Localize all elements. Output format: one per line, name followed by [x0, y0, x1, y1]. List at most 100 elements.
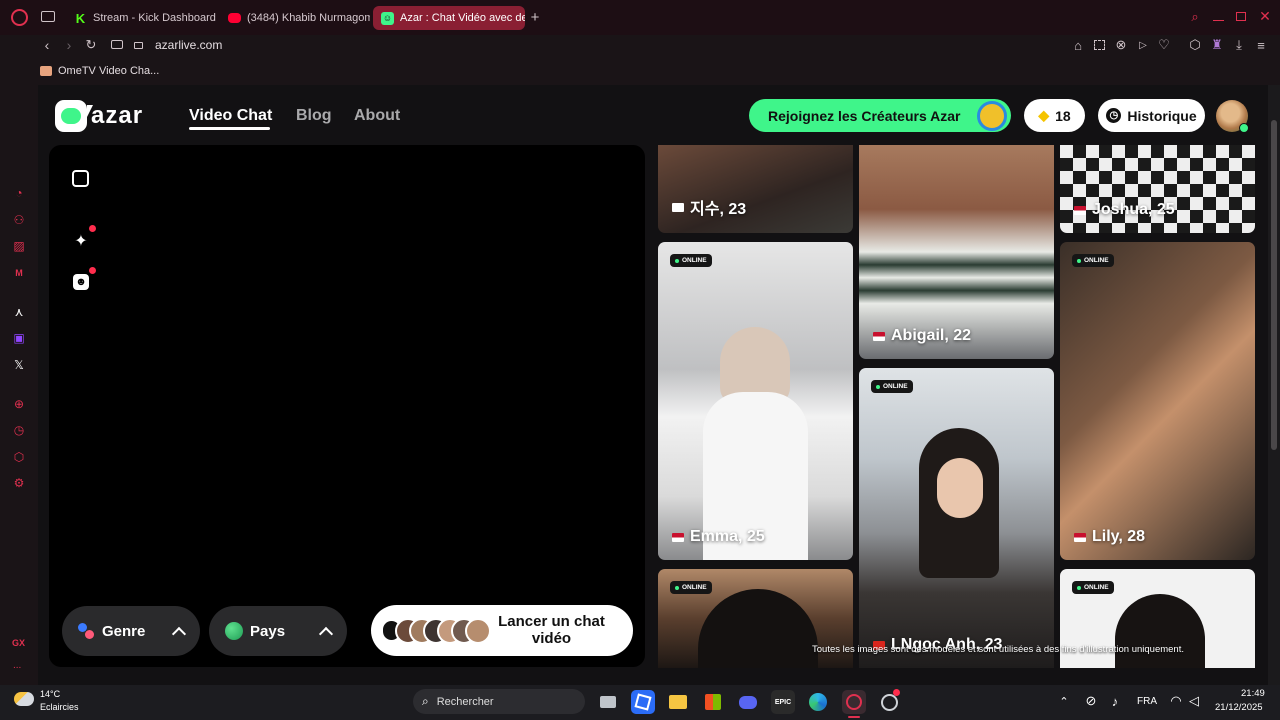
profile-extension-icon[interactable]: ♜	[1209, 37, 1225, 52]
profile-card[interactable]: ONLINE LNgọc Anh, 23	[859, 368, 1054, 668]
history-sidebar-icon[interactable]: ◷	[11, 422, 27, 438]
gems-button[interactable]: ◆ 18	[1024, 99, 1085, 132]
tab-kick[interactable]: K Stream - Kick Dashboard	[66, 6, 216, 30]
clock-time[interactable]: 21:49	[1241, 688, 1265, 699]
roblox-icon[interactable]	[631, 690, 655, 714]
player-icon[interactable]: ▷	[1136, 38, 1150, 52]
profile-card[interactable]: ONLINE Lily, 28	[1060, 242, 1255, 560]
profile-card[interactable]: 지수, 23	[658, 145, 853, 233]
tab-title: (3484) Khabib Nurmagom	[247, 12, 370, 24]
start-chat-button[interactable]: Lancer un chat vidéo	[371, 605, 633, 656]
gem-icon: ◆	[1038, 107, 1050, 123]
taskbar-search[interactable]: ⌕ Rechercher	[413, 689, 585, 714]
nav-blog[interactable]: Blog	[296, 107, 332, 125]
flag-us-icon	[1074, 532, 1086, 542]
store-icon[interactable]	[701, 690, 725, 714]
crypto-wallet-icon[interactable]: ⚇	[11, 212, 27, 228]
tab-title: Stream - Kick Dashboard	[93, 12, 216, 24]
history-button[interactable]: ◷ Historique	[1098, 99, 1205, 132]
weather-widget[interactable]: 14°C Eclaircies	[14, 689, 94, 715]
sticker-icon[interactable]: ☻	[73, 274, 89, 290]
tab-azar[interactable]: ☺ Azar : Chat Vidéo avec de	[373, 6, 525, 30]
microphone-icon[interactable]: ♪	[1108, 694, 1122, 709]
weather-text: Eclaircies	[40, 702, 79, 712]
flag-us-icon	[873, 331, 885, 341]
pin-icon[interactable]: ⌂	[1071, 38, 1085, 53]
reload-icon[interactable]: ↻	[84, 37, 98, 52]
discord-icon[interactable]	[736, 690, 760, 714]
heart-icon[interactable]: ♡	[1157, 37, 1171, 52]
nav-video-chat[interactable]: Video Chat	[189, 107, 272, 125]
snapshot-icon[interactable]	[1094, 40, 1105, 50]
gx-label[interactable]: GX	[12, 638, 25, 648]
x-twitter-icon[interactable]: 𝕏	[11, 357, 27, 373]
azar-logo-icon	[55, 100, 87, 132]
profile-card[interactable]: Joshua, 25	[1060, 145, 1255, 233]
profile-name: 지수, 23	[690, 201, 747, 218]
task-view-icon[interactable]	[596, 690, 620, 714]
forward-icon[interactable]: ›	[62, 37, 76, 53]
player-sidebar-icon[interactable]: ▨	[11, 238, 27, 254]
windows-start-icon[interactable]	[381, 692, 401, 712]
lock-icon[interactable]	[134, 42, 143, 49]
settings-icon[interactable]: ⚙	[11, 475, 27, 491]
new-tab-button[interactable]: +	[528, 9, 542, 26]
start-chat-label: Lancer un chat vidéo	[498, 613, 605, 647]
twitch-icon[interactable]: ▣	[11, 330, 27, 346]
close-window-button[interactable]: ✕	[1258, 8, 1272, 24]
mouse-cursor	[87, 105, 93, 117]
extensions-icon[interactable]: ⬡	[1188, 37, 1202, 52]
epic-games-icon[interactable]: EPIC	[771, 690, 795, 714]
search-placeholder: Rechercher	[436, 695, 494, 708]
kick-sidebar-icon[interactable]: ⋏	[11, 304, 27, 320]
online-badge: ONLINE	[670, 581, 712, 594]
country-filter[interactable]: Pays	[209, 606, 347, 656]
maximize-button[interactable]	[1236, 12, 1246, 21]
chevron-up-tray-icon[interactable]: ⌃	[1057, 694, 1071, 708]
tab-manager-icon[interactable]	[41, 11, 55, 22]
scrollbar-thumb[interactable]	[1271, 120, 1277, 450]
wifi-icon[interactable]: ◠	[1169, 693, 1183, 708]
aria-icon[interactable]: ◔	[11, 185, 27, 201]
clock-date[interactable]: 21/12/2025	[1215, 702, 1263, 713]
shield-icon[interactable]: ⊗	[1114, 37, 1128, 52]
nav-about[interactable]: About	[354, 107, 400, 125]
volume-icon[interactable]: ◁	[1187, 693, 1201, 708]
download-icon[interactable]: ⤓	[1232, 37, 1246, 52]
back-icon[interactable]: ‹	[40, 37, 54, 53]
video-area	[49, 145, 645, 667]
bookmark-ometv[interactable]: OmeTV Video Cha...	[40, 65, 159, 77]
profile-card[interactable]: Abigail, 22	[859, 145, 1054, 359]
profile-card[interactable]: ONLINE Emma, 25	[658, 242, 853, 560]
nav-active-underline	[189, 127, 270, 130]
sparkle-effects-icon[interactable]: ✦	[72, 232, 90, 250]
menu-icon[interactable]: ≡	[1254, 38, 1268, 53]
file-explorer-icon[interactable]	[666, 690, 690, 714]
profile-name: Emma, 25	[690, 528, 765, 545]
opera-icon[interactable]	[11, 9, 28, 26]
camera-icon[interactable]	[111, 40, 123, 49]
network-off-icon[interactable]: ⊘	[1084, 693, 1098, 708]
sidebar-more-icon[interactable]: ...	[13, 660, 21, 671]
sticker-notification-dot	[89, 267, 96, 274]
add-icon[interactable]: ⊕	[11, 396, 27, 412]
minimize-button[interactable]	[1213, 20, 1224, 21]
kick-icon: K	[74, 10, 87, 26]
gender-label: Genre	[102, 622, 146, 640]
creators-cta-button[interactable]: Rejoignez les Créateurs Azar	[749, 99, 1011, 132]
edge-icon[interactable]	[806, 690, 830, 714]
azar-logo[interactable]: azar	[55, 100, 143, 132]
profile-photo	[1115, 594, 1205, 668]
extensions-sidebar-icon[interactable]: ⬡	[11, 449, 27, 465]
opera-gx-taskbar-icon[interactable]	[842, 690, 866, 714]
language-indicator[interactable]: FRA	[1137, 696, 1157, 707]
search-tabs-icon[interactable]: ⌕	[1188, 9, 1202, 24]
messenger-icon[interactable]: M	[11, 265, 27, 281]
bookmark-bar	[0, 59, 1280, 85]
collapse-icon[interactable]	[72, 170, 89, 187]
gender-filter[interactable]: Genre	[62, 606, 200, 656]
address-input[interactable]: azarlive.com	[155, 38, 222, 52]
avatar-status-dot	[1239, 123, 1249, 133]
bookmark-label: OmeTV Video Cha...	[58, 65, 160, 77]
tab-youtube[interactable]: (3484) Khabib Nurmagom	[220, 6, 370, 30]
